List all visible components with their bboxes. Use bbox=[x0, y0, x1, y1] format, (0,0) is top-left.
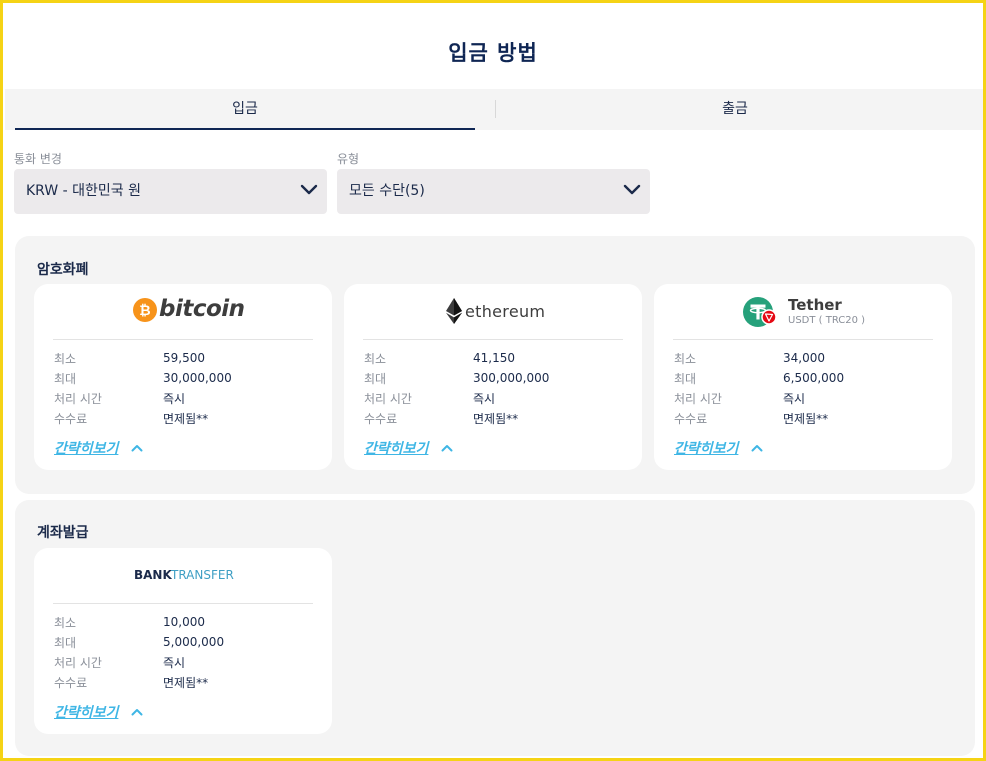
fee-label: 수수료 bbox=[364, 412, 398, 426]
min-value: 10,000 bbox=[163, 615, 205, 629]
fee-value: 면제됨** bbox=[163, 412, 209, 426]
divider bbox=[363, 339, 623, 340]
currency-label: 통화 변경 bbox=[14, 152, 62, 166]
fee-label: 수수료 bbox=[54, 676, 88, 690]
time-label: 처리 시간 bbox=[364, 392, 412, 406]
fee-label: 수수료 bbox=[674, 412, 708, 426]
tab-withdraw[interactable]: 출금 bbox=[495, 89, 975, 130]
tab-withdraw-label: 출금 bbox=[722, 101, 748, 117]
tether-logo-subtext: USDT ( TRC20 ) bbox=[788, 315, 866, 326]
bitcoin-card[interactable]: ₿ bitcoin 최소 59,500 최대 30,000,000 처리 시간 … bbox=[34, 284, 332, 470]
bank-transfer-card[interactable]: BANK TRANSFER 최소 10,000 최대 5,000,000 처리 … bbox=[34, 548, 332, 734]
min-label: 최소 bbox=[364, 352, 387, 366]
section-title: 계좌발급 bbox=[37, 525, 89, 541]
chevron-down-icon bbox=[623, 184, 641, 195]
ethereum-logo-text: ethereum bbox=[465, 302, 546, 321]
divider bbox=[53, 603, 313, 604]
chevron-down-icon bbox=[300, 184, 318, 195]
ethereum-card[interactable]: ethereum 최소 41,150 최대 300,000,000 처리 시간 … bbox=[344, 284, 642, 470]
collapse-link[interactable]: 간략히보기 bbox=[364, 438, 428, 458]
bitcoin-logo: ₿ bitcoin bbox=[34, 284, 332, 340]
chevron-up-icon[interactable] bbox=[131, 708, 143, 716]
bank-transfer-logo: BANK TRANSFER bbox=[34, 548, 332, 604]
divider bbox=[673, 339, 933, 340]
fee-value: 면제됨** bbox=[163, 676, 209, 690]
max-label: 최대 bbox=[364, 372, 387, 386]
time-label: 처리 시간 bbox=[54, 392, 102, 406]
crypto-section: 암호화폐 ₿ bitcoin 최소 59,500 최대 30,000,000 처… bbox=[15, 236, 975, 494]
chevron-up-icon[interactable] bbox=[441, 444, 453, 452]
bank-logo-text: BANK bbox=[134, 568, 172, 582]
page-title: 입금 방법 bbox=[448, 41, 538, 65]
currency-select[interactable]: KRW - 대한민국 원 bbox=[14, 169, 327, 214]
ethereum-logo: ethereum bbox=[344, 284, 642, 340]
active-tab-indicator bbox=[15, 128, 475, 130]
min-value: 34,000 bbox=[783, 351, 825, 365]
max-value: 5,000,000 bbox=[163, 635, 225, 649]
tab-deposit[interactable]: 입금 bbox=[15, 89, 475, 130]
max-value: 6,500,000 bbox=[783, 371, 845, 385]
fee-value: 면제됨** bbox=[473, 412, 519, 426]
time-label: 처리 시간 bbox=[674, 392, 722, 406]
time-value: 즉시 bbox=[783, 392, 806, 406]
tether-icon bbox=[743, 297, 777, 327]
ethereum-icon bbox=[446, 298, 462, 324]
bitcoin-logo-text: bitcoin bbox=[159, 296, 245, 322]
max-value: 300,000,000 bbox=[473, 371, 550, 385]
tether-logo: Tether USDT ( TRC20 ) bbox=[654, 284, 952, 340]
tether-logo-text: Tether bbox=[788, 296, 842, 314]
tab-deposit-label: 입금 bbox=[232, 101, 258, 117]
chevron-up-icon[interactable] bbox=[131, 444, 143, 452]
collapse-link[interactable]: 간략히보기 bbox=[54, 438, 118, 458]
divider bbox=[53, 339, 313, 340]
svg-text:₿: ₿ bbox=[139, 303, 150, 319]
tether-card[interactable]: Tether USDT ( TRC20 ) 최소 34,000 최대 6,500… bbox=[654, 284, 952, 470]
bank-section: 계좌발급 BANK TRANSFER 최소 10,000 최대 5,000,00… bbox=[15, 500, 975, 756]
section-title: 암호화폐 bbox=[37, 262, 89, 278]
collapse-link[interactable]: 간략히보기 bbox=[54, 702, 118, 722]
time-value: 즉시 bbox=[163, 656, 186, 670]
min-label: 최소 bbox=[54, 616, 77, 630]
type-select-value: 모든 수단(5) bbox=[349, 183, 425, 199]
min-label: 최소 bbox=[54, 352, 77, 366]
fee-label: 수수료 bbox=[54, 412, 88, 426]
transfer-logo-text: TRANSFER bbox=[171, 568, 234, 582]
time-label: 처리 시간 bbox=[54, 656, 102, 670]
currency-select-value: KRW - 대한민국 원 bbox=[26, 183, 141, 199]
min-value: 41,150 bbox=[473, 351, 515, 365]
type-label: 유형 bbox=[337, 152, 360, 166]
collapse-link[interactable]: 간략히보기 bbox=[674, 438, 738, 458]
tab-bar: 입금 출금 bbox=[5, 89, 983, 130]
min-value: 59,500 bbox=[163, 351, 205, 365]
max-label: 최대 bbox=[54, 636, 77, 650]
fee-value: 면제됨** bbox=[783, 412, 829, 426]
max-value: 30,000,000 bbox=[163, 371, 232, 385]
max-label: 최대 bbox=[674, 372, 697, 386]
bitcoin-icon: ₿ bbox=[133, 298, 157, 322]
time-value: 즉시 bbox=[473, 392, 496, 406]
max-label: 최대 bbox=[54, 372, 77, 386]
chevron-up-icon[interactable] bbox=[751, 444, 763, 452]
page-frame: 입금 방법 입금 출금 통화 변경 KRW - 대한민국 원 유형 모든 수단(… bbox=[0, 0, 986, 761]
time-value: 즉시 bbox=[163, 392, 186, 406]
type-select[interactable]: 모든 수단(5) bbox=[337, 169, 650, 214]
min-label: 최소 bbox=[674, 352, 697, 366]
